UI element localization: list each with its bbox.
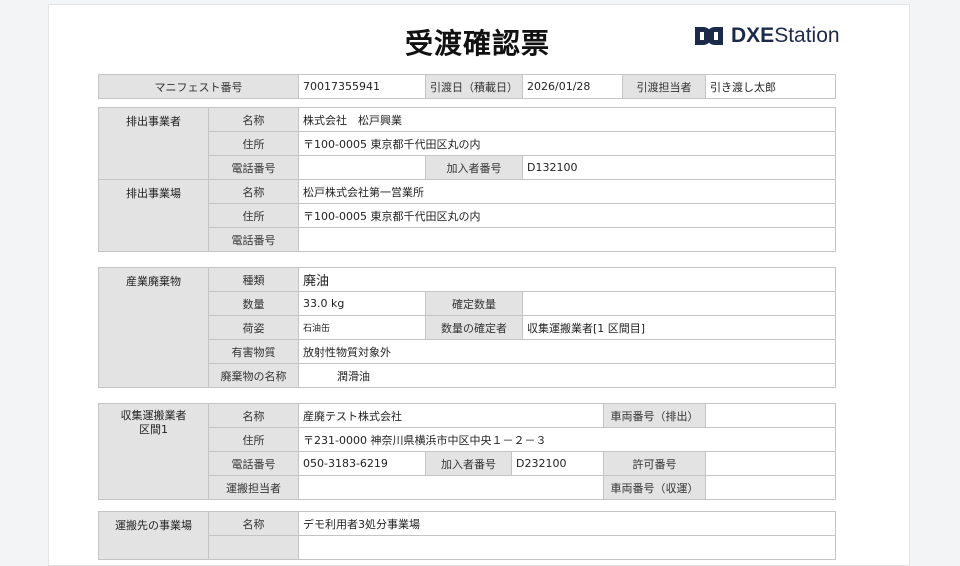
discharger-phone-label: 電話番号 <box>208 155 299 180</box>
confirmed-qty-value <box>522 291 836 316</box>
vehicle-out-label: 車両番号（排出） <box>603 403 706 428</box>
discharger-member-value: D132100 <box>522 155 836 180</box>
transporter-address-label: 住所 <box>208 427 299 452</box>
handler-value: 引き渡し太郎 <box>705 74 836 99</box>
delivery-date-label: 引渡日（積載日） <box>425 74 523 99</box>
manifest-label: マニフェスト番号 <box>98 74 299 99</box>
site-name-label: 名称 <box>208 179 299 204</box>
waste-qty-label: 数量 <box>208 291 299 316</box>
transporter-phone-label: 電話番号 <box>208 451 299 476</box>
qty-confirmer-value: 収集運搬業者[1 区間目] <box>522 315 836 340</box>
discharger-phone-value <box>298 155 426 180</box>
transporter-member-label: 加入者番号 <box>425 451 512 476</box>
site-section: 排出事業場 <box>98 179 209 252</box>
staff-label: 運搬担当者 <box>208 475 299 500</box>
vehicle-out-value <box>705 403 836 428</box>
destination-name-label: 名称 <box>208 511 299 536</box>
destination-section: 運搬先の事業場 <box>98 511 209 560</box>
transporter-name-label: 名称 <box>208 403 299 428</box>
waste-type-label: 種類 <box>208 267 299 292</box>
transporter-name-value: 産廃テスト株式会社 <box>298 403 604 428</box>
discharger-section: 排出事業者 <box>98 107 209 180</box>
transporter-member-value: D232100 <box>511 451 604 476</box>
destination-extra-value <box>298 535 836 560</box>
packing-label: 荷姿 <box>208 315 299 340</box>
discharger-address-value: 〒100-0005 東京都千代田区丸の内 <box>298 131 836 156</box>
site-phone-label: 電話番号 <box>208 227 299 252</box>
transporter-section: 収集運搬業者 区間1 <box>98 403 209 500</box>
header-table: マニフェスト番号 70017355941 引渡日（積載日） 2026/01/28… <box>98 74 836 99</box>
dxe-logo-icon <box>695 27 723 45</box>
destination-name-value: デモ利用者3処分事業場 <box>298 511 836 536</box>
site-phone-value <box>298 227 836 252</box>
waste-name-value: 潤滑油 <box>298 363 836 388</box>
logo-text: DXEStation <box>731 24 840 48</box>
permit-label: 許可番号 <box>603 451 706 476</box>
destination-table: 運搬先の事業場 名称 デモ利用者3処分事業場 <box>98 511 836 560</box>
discharger-address-label: 住所 <box>208 131 299 156</box>
qty-confirmer-label: 数量の確定者 <box>425 315 523 340</box>
vehicle-in-label: 車両番号（収運） <box>603 475 706 500</box>
discharger-member-label: 加入者番号 <box>425 155 523 180</box>
delivery-date-value: 2026/01/28 <box>522 74 623 99</box>
staff-value <box>298 475 604 500</box>
manifest-value: 70017355941 <box>298 74 426 99</box>
waste-table: 産業廃棄物 種類 廃油 数量 33.0 kg 確定数量 荷姿 石油缶 数量の確定… <box>98 267 836 388</box>
transporter-address-value: 〒231-0000 神奈川県横浜市中区中央１－２－３ <box>298 427 836 452</box>
permit-value <box>705 451 836 476</box>
hazard-value: 放射性物質対象外 <box>298 339 836 364</box>
confirmed-qty-label: 確定数量 <box>425 291 523 316</box>
brand-logo: DXEStation <box>694 24 840 48</box>
packing-value: 石油缶 <box>298 315 426 340</box>
waste-section: 産業廃棄物 <box>98 267 209 388</box>
discharger-name-value: 株式会社 松戸興業 <box>298 107 836 132</box>
waste-qty-value: 33.0 kg <box>298 291 426 316</box>
transporter-phone-value: 050-3183-6219 <box>298 451 426 476</box>
vehicle-in-value <box>705 475 836 500</box>
waste-name-label: 廃棄物の名称 <box>208 363 299 388</box>
transporter-table: 収集運搬業者 区間1 名称 産廃テスト株式会社 車両番号（排出） 住所 〒231… <box>98 403 836 500</box>
document-title: 受渡確認票 <box>405 27 551 60</box>
hazard-label: 有害物質 <box>208 339 299 364</box>
destination-extra-label <box>208 535 299 560</box>
handler-label: 引渡担当者 <box>622 74 706 99</box>
logo-product: Station <box>774 24 840 47</box>
waste-type-value: 廃油 <box>298 267 836 292</box>
site-name-value: 松戸株式会社第一営業所 <box>298 179 836 204</box>
discharger-name-label: 名称 <box>208 107 299 132</box>
discharger-table: 排出事業者 名称 株式会社 松戸興業 住所 〒100-0005 東京都千代田区丸… <box>98 107 836 252</box>
site-address-label: 住所 <box>208 203 299 228</box>
site-address-value: 〒100-0005 東京都千代田区丸の内 <box>298 203 836 228</box>
logo-brand: DXE <box>731 24 775 47</box>
